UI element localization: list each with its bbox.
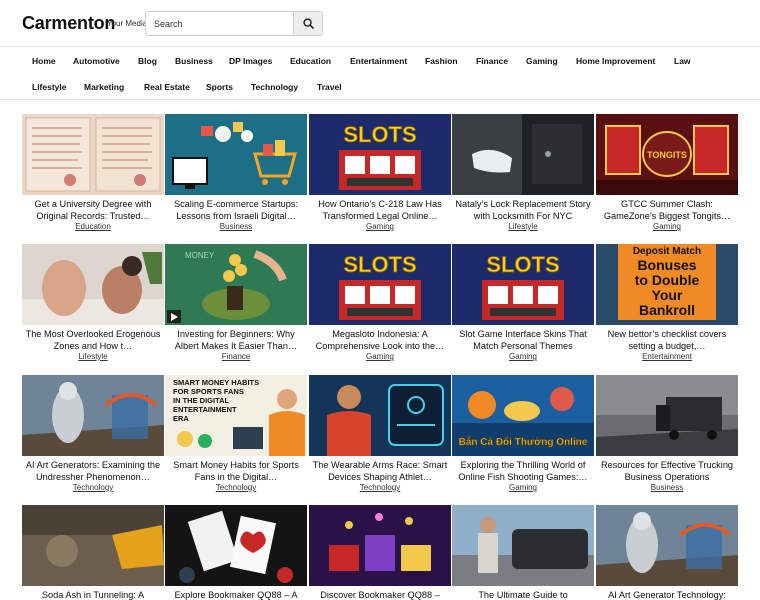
search-icon [302, 18, 314, 29]
post-thumbnail[interactable]: SLOTS [452, 244, 594, 325]
nav-item-dp-images[interactable]: DP Images [229, 56, 272, 66]
post-title[interactable]: AI Art Generator Technology: [596, 589, 738, 600]
search-form [145, 11, 323, 36]
nav-item-home-improvement[interactable]: Home Improvement [576, 56, 655, 66]
post-category[interactable]: Gaming [596, 222, 738, 231]
nav-item-law[interactable]: Law [674, 56, 691, 66]
nav-item-lifestyle[interactable]: Lifestyle [32, 82, 67, 92]
slots-sign-text: SLOTS [486, 252, 559, 277]
nav-item-automotive[interactable]: Automotive [73, 56, 120, 66]
site-logo[interactable]: Carmenton [22, 13, 115, 34]
post-category[interactable]: Gaming [309, 352, 451, 361]
nav-item-finance[interactable]: Finance [476, 56, 508, 66]
money-tree-label: MONEY [185, 251, 215, 260]
post-title[interactable]: The Ultimate Guide to [452, 589, 594, 600]
smart-money-line-5: ERA [173, 414, 189, 423]
post-title[interactable]: Soda Ash in Tunneling: A [22, 589, 164, 600]
post-category[interactable]: Business [596, 483, 738, 492]
post-category[interactable]: Technology [309, 483, 451, 492]
nav-item-real-estate[interactable]: Real Estate [144, 82, 190, 92]
post-thumbnail[interactable] [22, 114, 164, 195]
post-thumbnail[interactable] [452, 114, 594, 195]
post-thumbnail[interactable]: SLOTS [309, 114, 451, 195]
smart-money-line-1: SMART MONEY HABITS [173, 378, 259, 387]
post-category[interactable]: Entertainment [596, 352, 738, 361]
site-header: Carmenton Your Media [0, 0, 760, 46]
nav-item-entertainment[interactable]: Entertainment [350, 56, 407, 66]
deposit-line-3: to Double [635, 272, 700, 288]
post-thumbnail[interactable]: SLOTS [309, 244, 451, 325]
post-thumbnail[interactable] [22, 375, 164, 456]
nav-item-fashion[interactable]: Fashion [425, 56, 458, 66]
nav-item-gaming[interactable]: Gaming [526, 56, 558, 66]
post-title[interactable]: Slot Game Interface Skins That Match Per… [452, 328, 594, 352]
post-category[interactable]: Technology [165, 483, 307, 492]
post-thumbnail[interactable]: TONGITS [596, 114, 738, 195]
nav-item-marketing[interactable]: Marketing [84, 82, 124, 92]
post-category[interactable]: Gaming [309, 222, 451, 231]
play-icon[interactable] [167, 310, 181, 323]
deposit-line-4: Your [652, 287, 683, 303]
post-title[interactable]: Scaling E-commerce Startups: Lessons fro… [165, 198, 307, 222]
post-thumbnail[interactable]: Deposit Match Bonuses to Double Your Ban… [596, 244, 738, 325]
deposit-line-5: Bankroll [639, 302, 695, 318]
nav-item-travel[interactable]: Travel [317, 82, 342, 92]
post-thumbnail[interactable]: SMART MONEY HABITS FOR SPORTS FANS IN TH… [165, 375, 307, 456]
post-category[interactable]: Finance [165, 352, 307, 361]
post-thumbnail[interactable] [165, 114, 307, 195]
post-title[interactable]: Exploring the Thrilling World of Online … [452, 459, 594, 483]
post-thumbnail[interactable] [596, 375, 738, 456]
main-navigation: Home Automotive Blog Business DP Images … [0, 46, 760, 100]
post-title[interactable]: Explore Bookmaker QQ88 – A [165, 589, 307, 600]
post-thumbnail[interactable] [452, 505, 594, 586]
post-title[interactable]: How Ontario’s C-218 Law Has Transformed … [309, 198, 451, 222]
fish-game-title: Bắn Cá Đổi Thưởng Online [459, 435, 588, 448]
slots-sign-text: SLOTS [343, 252, 416, 277]
post-category[interactable]: Education [22, 222, 164, 231]
post-thumbnail[interactable] [22, 505, 164, 586]
nav-item-technology[interactable]: Technology [251, 82, 298, 92]
post-title[interactable]: Resources for Effective Trucking Busines… [596, 459, 738, 483]
nav-item-blog[interactable]: Blog [138, 56, 157, 66]
post-title[interactable]: Smart Money Habits for Sports Fans in th… [165, 459, 307, 483]
tongits-sign-text: TONGITS [647, 150, 687, 160]
post-category[interactable]: Lifestyle [452, 222, 594, 231]
post-title[interactable]: AI Art Generators: Examining the Undress… [22, 459, 164, 483]
post-category[interactable]: Lifestyle [22, 352, 164, 361]
post-title[interactable]: New bettor’s checklist covers setting a … [596, 328, 738, 352]
post-category[interactable]: Gaming [452, 352, 594, 361]
site-tagline: Your Media [107, 19, 148, 28]
smart-money-line-2: FOR SPORTS FANS [173, 387, 244, 396]
deposit-line-2: Bonuses [637, 257, 696, 273]
post-title[interactable]: GTCC Summer Clash: GameZone’s Biggest To… [596, 198, 738, 222]
post-thumbnail[interactable]: Bắn Cá Đổi Thưởng Online [452, 375, 594, 456]
post-title[interactable]: Nataly’s Lock Replacement Story with Loc… [452, 198, 594, 222]
slots-sign-text: SLOTS [343, 122, 416, 147]
post-title[interactable]: Discover Bookmaker QQ88 – [309, 589, 451, 600]
deposit-line-1: Deposit Match [633, 246, 701, 257]
smart-money-line-4: ENTERTAINMENT [173, 405, 237, 414]
post-title[interactable]: Investing for Beginners: Why Albert Make… [165, 328, 307, 352]
post-category[interactable]: Business [165, 222, 307, 231]
post-thumbnail[interactable] [596, 505, 738, 586]
post-thumbnail[interactable] [309, 375, 451, 456]
post-title[interactable]: Get a University Degree with Original Re… [22, 198, 164, 222]
post-title[interactable]: The Wearable Arms Race: Smart Devices Sh… [309, 459, 451, 483]
post-thumbnail[interactable] [22, 244, 164, 325]
post-category[interactable]: Gaming [452, 483, 594, 492]
nav-item-business[interactable]: Business [175, 56, 213, 66]
post-thumbnail[interactable] [309, 505, 451, 586]
nav-item-sports[interactable]: Sports [206, 82, 233, 92]
post-thumbnail[interactable]: MONEY [165, 244, 307, 325]
post-title[interactable]: Megasloto Indonesia: A Comprehensive Loo… [309, 328, 451, 352]
search-button[interactable] [293, 12, 322, 35]
post-thumbnail[interactable] [165, 505, 307, 586]
post-title[interactable]: The Most Overlooked Erogenous Zones and … [22, 328, 164, 352]
post-category[interactable]: Technology [22, 483, 164, 492]
smart-money-line-3: IN THE DIGITAL [173, 396, 230, 405]
nav-item-education[interactable]: Education [290, 56, 331, 66]
nav-item-home[interactable]: Home [32, 56, 56, 66]
search-input[interactable] [146, 12, 294, 35]
